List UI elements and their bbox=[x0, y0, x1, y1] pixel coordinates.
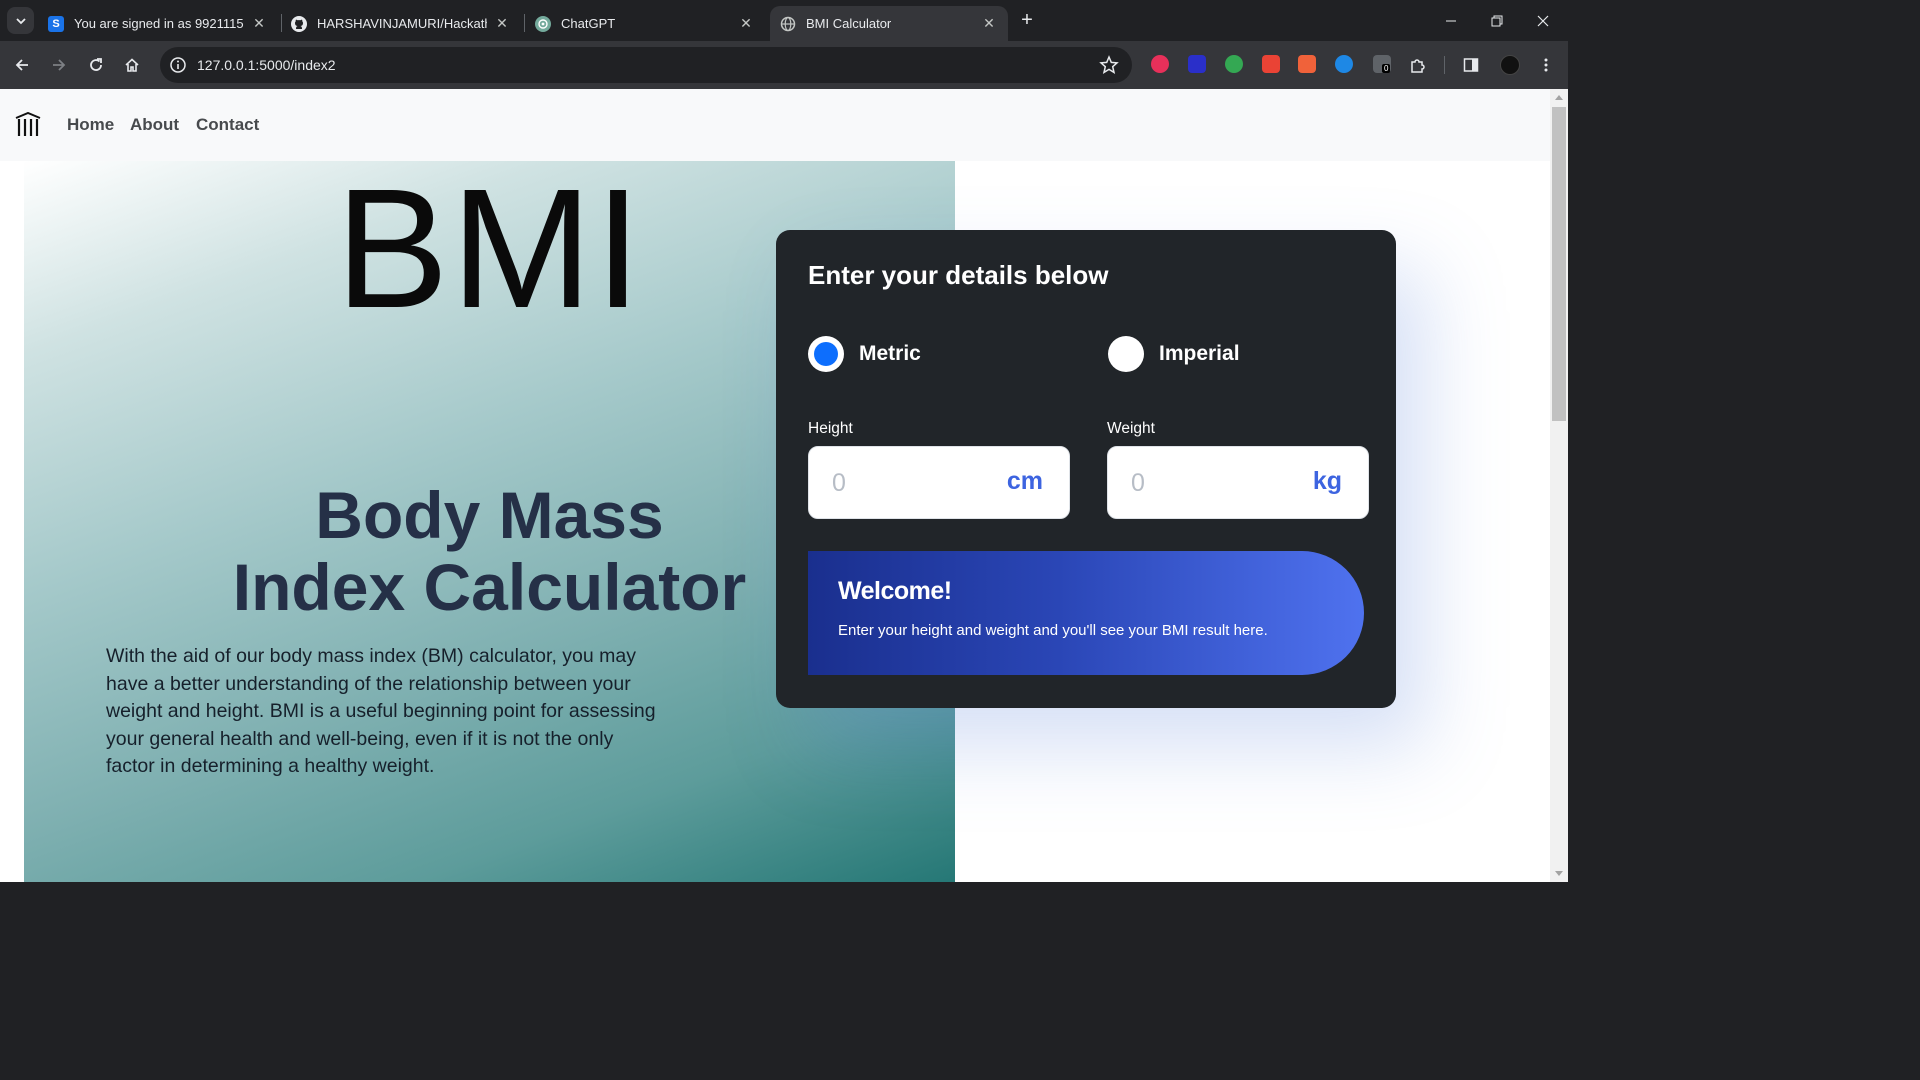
kebab-menu-icon bbox=[1544, 58, 1548, 72]
home-icon bbox=[125, 58, 139, 72]
tab-strip: S You are signed in as 9921115077 ✕ HARS… bbox=[0, 0, 1568, 41]
extension-sky-icon[interactable] bbox=[1335, 55, 1353, 73]
height-input[interactable] bbox=[832, 465, 972, 501]
menu-button[interactable] bbox=[1532, 51, 1560, 79]
extension-orange-icon[interactable] bbox=[1298, 55, 1316, 73]
weight-unit: kg bbox=[1312, 467, 1342, 495]
nav-link-about[interactable]: About bbox=[130, 115, 179, 135]
tab-bmi-calculator[interactable]: BMI Calculator ✕ bbox=[770, 6, 1008, 41]
url-text[interactable]: 127.0.0.1:5000/index2 bbox=[197, 57, 336, 73]
chevron-down-icon bbox=[15, 17, 26, 24]
hero-description: With the aid of our body mass index (BM)… bbox=[106, 645, 656, 777]
arrow-left-icon bbox=[15, 59, 28, 71]
scroll-down-arrow-icon[interactable] bbox=[1555, 871, 1563, 876]
forward-button[interactable] bbox=[45, 51, 73, 79]
nav-link-contact[interactable]: Contact bbox=[196, 115, 259, 135]
site-info-icon[interactable] bbox=[168, 55, 188, 75]
minimize-button[interactable] bbox=[1428, 0, 1474, 41]
columns-logo-icon[interactable] bbox=[14, 112, 42, 138]
scrollbar-thumb[interactable] bbox=[1552, 107, 1566, 421]
height-unit: cm bbox=[1006, 467, 1043, 495]
result-panel: Welcome! Enter your height and weight an… bbox=[808, 551, 1364, 675]
address-bar[interactable]: 127.0.0.1:5000/index2 bbox=[160, 47, 1132, 83]
chatgpt-icon bbox=[535, 15, 551, 32]
metric-label: Metric bbox=[859, 342, 921, 365]
tab-github[interactable]: HARSHAVINJAMURI/Hackathon ✕ bbox=[281, 6, 521, 41]
tab-title: HARSHAVINJAMURI/Hackathon bbox=[317, 16, 487, 31]
extension-downloads-icon[interactable]: 0 bbox=[1373, 55, 1391, 73]
puzzle-icon bbox=[1411, 59, 1425, 73]
extension-blue-icon[interactable] bbox=[1188, 55, 1206, 73]
bmi-form-card: Enter your details below Metric Imperial… bbox=[776, 230, 1396, 708]
download-count-badge: 0 bbox=[1382, 64, 1391, 73]
close-icon[interactable]: ✕ bbox=[980, 15, 998, 33]
imperial-radio[interactable] bbox=[1108, 336, 1144, 372]
minimize-icon bbox=[1446, 20, 1456, 21]
result-title: Welcome! bbox=[838, 577, 952, 605]
tab-title: You are signed in as 9921115077 bbox=[74, 16, 244, 31]
close-icon[interactable]: ✕ bbox=[737, 15, 755, 33]
height-field[interactable]: cm bbox=[808, 446, 1070, 519]
home-button[interactable] bbox=[118, 51, 146, 79]
bookmark-star-icon[interactable] bbox=[1098, 54, 1120, 76]
restore-button[interactable] bbox=[1474, 0, 1520, 41]
scroll-up-arrow-icon[interactable] bbox=[1555, 95, 1563, 100]
browser-toolbar: 127.0.0.1:5000/index2 0 bbox=[0, 41, 1568, 89]
result-text: Enter your height and weight and you'll … bbox=[838, 622, 1268, 639]
side-panel-button[interactable] bbox=[1457, 51, 1485, 79]
metric-radio[interactable] bbox=[808, 336, 844, 372]
page-scrollbar[interactable] bbox=[1550, 89, 1568, 882]
close-icon[interactable]: ✕ bbox=[250, 15, 268, 33]
close-window-button[interactable] bbox=[1520, 0, 1566, 41]
nav-link-home[interactable]: Home bbox=[67, 115, 114, 135]
weight-input[interactable] bbox=[1131, 465, 1271, 501]
tab-title: ChatGPT bbox=[561, 16, 616, 31]
weight-field[interactable]: kg bbox=[1107, 446, 1369, 519]
s-app-icon: S bbox=[48, 15, 64, 32]
unit-option-metric[interactable]: Metric bbox=[808, 336, 921, 372]
tab-search-button[interactable] bbox=[7, 7, 34, 34]
toolbar-divider bbox=[1444, 56, 1445, 74]
unit-option-imperial[interactable]: Imperial bbox=[1108, 336, 1240, 372]
new-tab-button[interactable]: + bbox=[1016, 10, 1038, 32]
extension-record-icon[interactable] bbox=[1262, 55, 1280, 73]
reload-button[interactable] bbox=[82, 51, 110, 79]
page-viewport: Home About Contact BMI Body Mass Index C… bbox=[0, 89, 1550, 882]
tab-signed-in[interactable]: S You are signed in as 9921115077 ✕ bbox=[38, 6, 278, 41]
extensions-button[interactable] bbox=[1404, 51, 1432, 79]
tab-title: BMI Calculator bbox=[806, 16, 892, 31]
imperial-label: Imperial bbox=[1159, 342, 1240, 365]
side-panel-icon bbox=[1463, 58, 1479, 72]
restore-icon bbox=[1491, 15, 1503, 26]
close-icon bbox=[1537, 15, 1549, 26]
close-icon[interactable]: ✕ bbox=[493, 15, 511, 33]
profile-avatar[interactable] bbox=[1500, 55, 1520, 75]
height-label: Height bbox=[808, 420, 853, 437]
weight-label: Weight bbox=[1107, 420, 1155, 437]
back-button[interactable] bbox=[8, 51, 36, 79]
reload-icon bbox=[90, 58, 102, 71]
arrow-right-icon bbox=[53, 59, 66, 71]
extension-red-icon[interactable] bbox=[1151, 55, 1169, 73]
github-icon bbox=[291, 15, 307, 32]
form-title: Enter your details below bbox=[808, 260, 1109, 290]
extension-green-icon[interactable] bbox=[1225, 55, 1243, 73]
globe-icon bbox=[780, 16, 796, 32]
tab-chatgpt[interactable]: ChatGPT ✕ bbox=[525, 6, 765, 41]
